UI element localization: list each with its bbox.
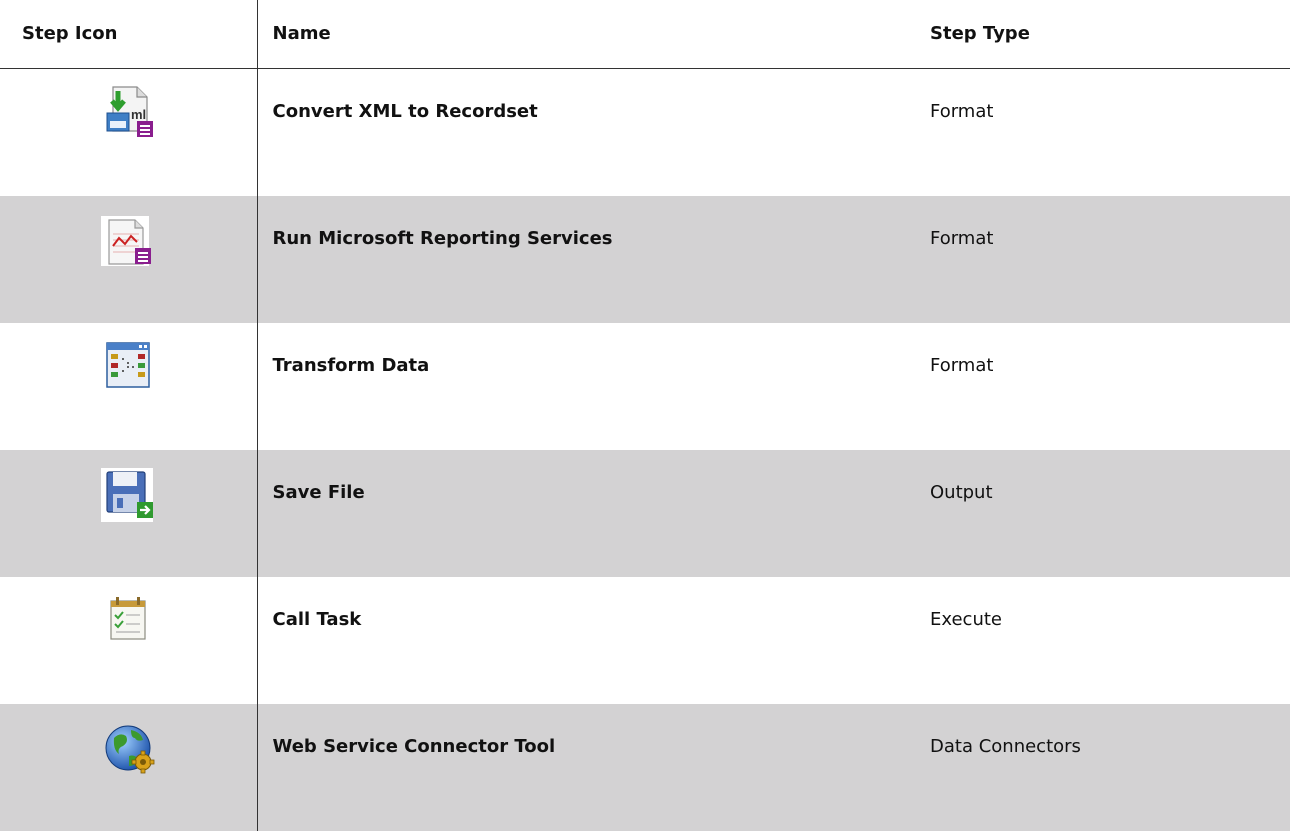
step-name: Web Service Connector Tool xyxy=(256,704,914,831)
step-icon-cell: ml xyxy=(0,69,257,197)
step-icon-cell xyxy=(0,196,257,323)
table-row: Web Service Connector Tool Data Connecto… xyxy=(0,704,1290,831)
table-row: Transform Data Format xyxy=(0,323,1290,450)
step-type: Output xyxy=(914,450,1290,577)
step-type: Format xyxy=(930,101,994,122)
globe-gear-icon xyxy=(101,718,161,778)
header-name: Name xyxy=(256,0,914,69)
transform-data-icon xyxy=(101,337,161,397)
table-row: ml Convert XML to Recordset Format xyxy=(0,68,1290,197)
header-step-icon: Step Icon xyxy=(0,0,257,69)
header-row: Step Icon Name Step Type xyxy=(0,0,1290,69)
step-icon-cell xyxy=(0,323,257,450)
step-name: Run Microsoft Reporting Services xyxy=(256,196,914,323)
calendar-icon xyxy=(101,591,161,651)
table-row: Save File Output xyxy=(0,450,1290,577)
step-name: Call Task xyxy=(256,577,914,704)
xml-recordset-icon: ml xyxy=(101,83,161,143)
step-icon-cell xyxy=(0,704,257,831)
step-name: Convert XML to Recordset xyxy=(256,68,914,196)
step-type: Format xyxy=(930,355,994,376)
step-name: Transform Data xyxy=(256,323,914,450)
header-step-type: Step Type xyxy=(914,0,1290,69)
step-icon-cell xyxy=(0,450,257,577)
report-icon xyxy=(101,210,161,270)
step-type: Format xyxy=(914,196,1290,323)
step-type: Data Connectors xyxy=(914,704,1290,831)
step-table: Step Icon Name Step Type ml Convert XML … xyxy=(0,0,1290,831)
table-row: Run Microsoft Reporting Services Format xyxy=(0,196,1290,323)
step-icon-cell xyxy=(0,577,257,704)
table-row: Call Task Execute xyxy=(0,577,1290,704)
step-name: Save File xyxy=(256,450,914,577)
svg-text:ml: ml xyxy=(131,107,146,122)
step-type: Execute xyxy=(930,609,1002,630)
floppy-disk-icon xyxy=(101,464,161,524)
